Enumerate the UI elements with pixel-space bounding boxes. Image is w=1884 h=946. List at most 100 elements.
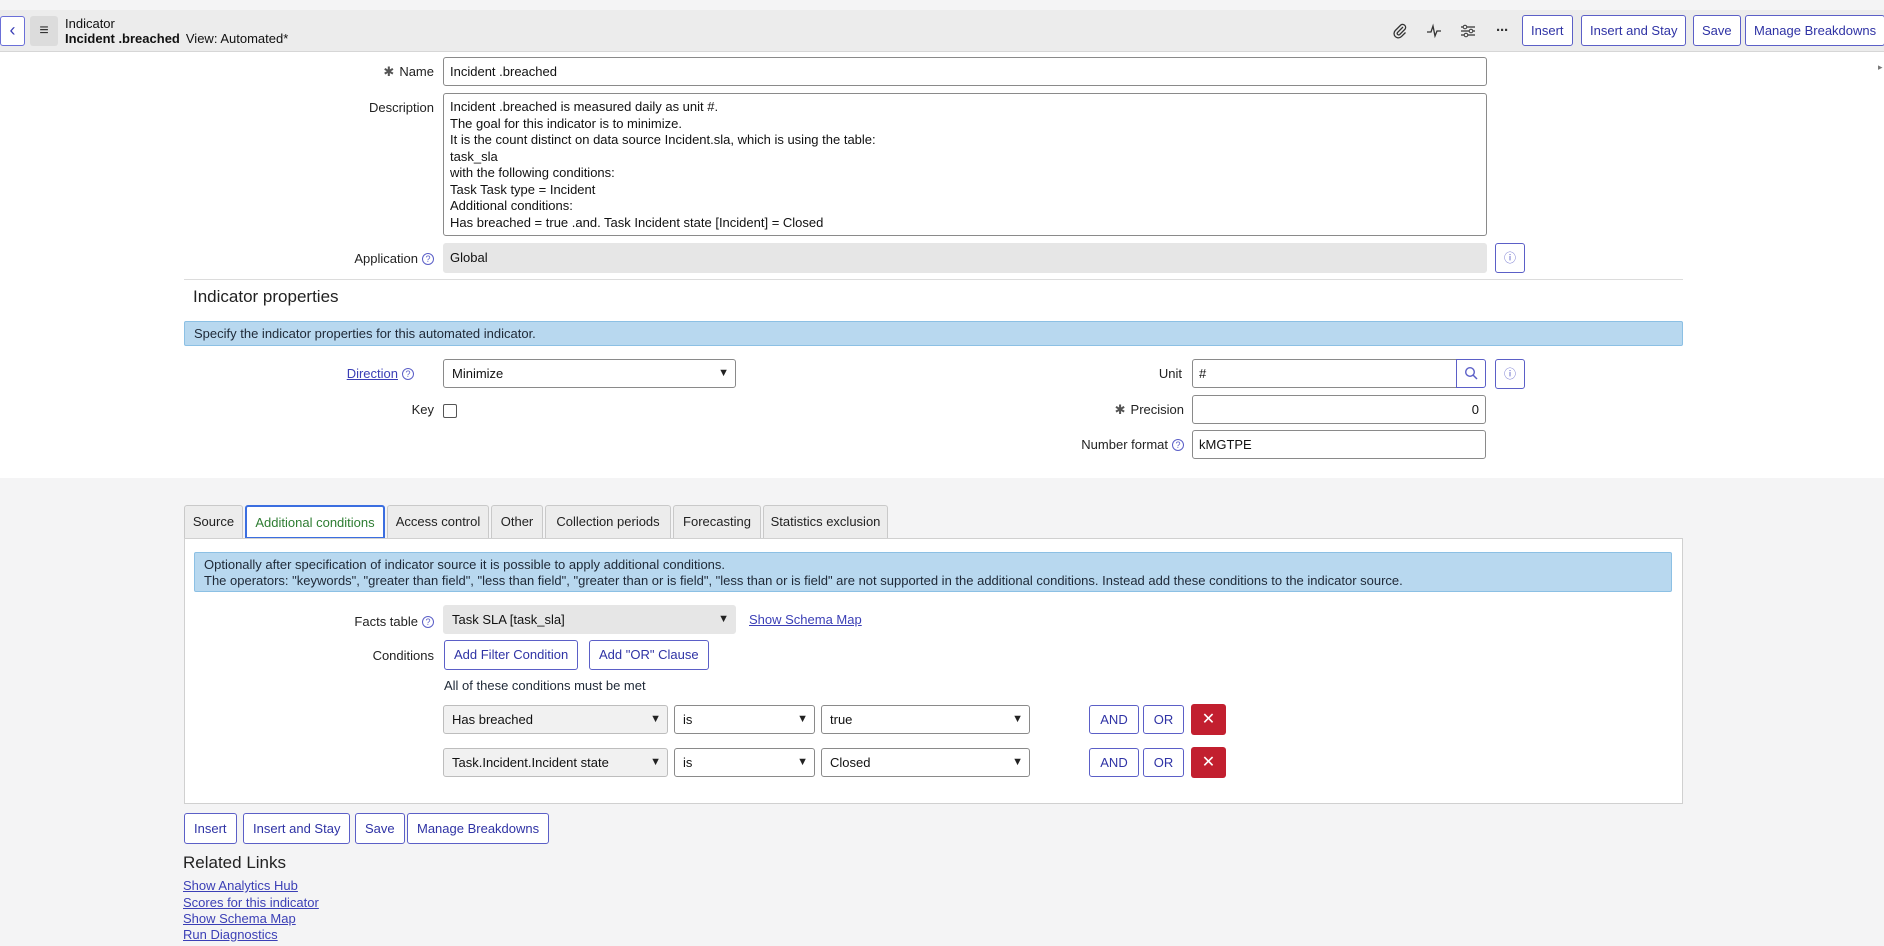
conditions-must-be-met-text: All of these conditions must be met	[444, 678, 646, 693]
insert-and-stay-button[interactable]: Insert and Stay	[1581, 15, 1687, 46]
form-header: ‹ ≡ Indicator Incident .breached View: Au…	[0, 10, 1884, 52]
tab-collection-periods[interactable]: Collection periods	[545, 505, 671, 539]
caret-down-icon: ▼	[650, 756, 661, 768]
show-analytics-hub-link[interactable]: Show Analytics Hub	[183, 878, 298, 893]
scroll-indicator[interactable]: ▸	[1878, 62, 1884, 74]
form-title: Indicator	[65, 16, 115, 31]
unit-field[interactable]: #	[1192, 359, 1457, 388]
name-label: ✱ Name	[383, 64, 434, 79]
add-filter-condition-button[interactable]: Add Filter Condition	[444, 640, 579, 670]
description-line: The goal for this indicator is to minimi…	[450, 115, 682, 131]
banner-line: Optionally after specification of indica…	[204, 557, 726, 572]
direction-link[interactable]: Direction	[347, 366, 398, 381]
unit-label: Unit	[1158, 366, 1182, 381]
condition-operator-select[interactable]: is ▼	[674, 705, 815, 734]
delete-condition-button[interactable]: ✕	[1191, 747, 1226, 778]
info-icon[interactable]: ⓘ	[1495, 243, 1525, 273]
condition-value-select[interactable]: true ▼	[821, 705, 1030, 734]
add-or-clause-button[interactable]: Add "OR" Clause	[589, 640, 709, 670]
or-button[interactable]: OR	[1143, 748, 1184, 777]
hamburger-icon: ≡	[39, 22, 49, 39]
chevron-down-icon: ▼	[797, 756, 808, 768]
tab-statistics-exclusion[interactable]: Statistics exclusion	[763, 505, 888, 539]
application-field: Global	[443, 243, 1487, 273]
name-field[interactable]: Incident .breached	[443, 57, 1487, 86]
context-menu-button[interactable]: ≡	[30, 16, 58, 46]
close-icon: ✕	[1201, 754, 1216, 771]
description-line: Additional conditions:	[450, 198, 573, 213]
chevron-left-icon: ‹	[9, 20, 16, 40]
save-button[interactable]: Save	[1693, 15, 1741, 46]
show-schema-map-link[interactable]: Show Schema Map	[183, 911, 296, 926]
insert-button[interactable]: Insert	[184, 813, 237, 844]
banner-line: The operators: "keywords", "greater than…	[204, 573, 1403, 588]
manage-breakdowns-button[interactable]: Manage Breakdowns	[1745, 15, 1884, 46]
save-button[interactable]: Save	[355, 813, 405, 844]
caret-down-icon: ▼	[650, 713, 661, 725]
manage-breakdowns-button[interactable]: Manage Breakdowns	[407, 813, 550, 844]
info-banner: Specify the indicator properties for thi…	[184, 321, 1683, 346]
description-field[interactable]: Incident .breached is measured daily as …	[443, 93, 1487, 236]
run-diagnostics-link[interactable]: Run Diagnostics	[183, 927, 278, 942]
record-subtitle: Incident .breached View: Automated*	[65, 31, 288, 46]
chevron-down-icon: ▼	[1012, 713, 1023, 725]
record-name: Incident .breached	[65, 31, 180, 46]
help-icon[interactable]: ?	[402, 368, 414, 380]
chevron-down-icon: ▼	[1012, 756, 1023, 768]
condition-field-select[interactable]: Has breached ▼	[443, 705, 668, 734]
description-line: Task Task type = Incident	[450, 181, 596, 197]
conditions-info-banner: Optionally after specification of indica…	[194, 552, 1672, 592]
back-button[interactable]: ‹	[0, 16, 25, 46]
tab-forecasting[interactable]: Forecasting	[673, 505, 761, 539]
help-icon[interactable]: ?	[1172, 439, 1184, 451]
description-label: Description	[368, 100, 434, 115]
view-name: View: Automated*	[185, 31, 289, 46]
key-label: Key	[411, 402, 434, 417]
and-button[interactable]: AND	[1089, 748, 1139, 777]
paperclip-icon[interactable]	[1387, 18, 1413, 44]
description-line: It is the count distinct on data source …	[450, 132, 876, 147]
help-icon[interactable]: ?	[422, 616, 434, 628]
chevron-down-icon: ▼	[718, 367, 729, 379]
search-icon[interactable]	[1456, 359, 1486, 388]
condition-field-select[interactable]: Task.Incident.Incident state ▼	[443, 748, 668, 777]
tab-source[interactable]: Source	[184, 505, 243, 539]
tab-access-control[interactable]: Access control	[387, 505, 489, 539]
required-icon: ✱	[383, 64, 395, 79]
precision-label: ✱ Precision	[1114, 402, 1184, 417]
tab-other[interactable]: Other	[491, 505, 543, 539]
condition-value-select[interactable]: Closed ▼	[821, 748, 1030, 777]
number-format-field[interactable]: kMGTPE	[1192, 430, 1486, 459]
insert-and-stay-button[interactable]: Insert and Stay	[243, 813, 351, 844]
condition-operator-select[interactable]: is ▼	[674, 748, 815, 777]
tab-additional-conditions[interactable]: Additional conditions	[245, 505, 385, 539]
more-icon[interactable]: ···	[1489, 18, 1515, 44]
sliders-icon[interactable]	[1455, 18, 1481, 44]
description-line: Incident .breached is measured daily as …	[450, 99, 719, 114]
delete-condition-button[interactable]: ✕	[1191, 704, 1226, 735]
activity-icon[interactable]	[1421, 18, 1447, 44]
or-button[interactable]: OR	[1143, 705, 1184, 734]
key-checkbox[interactable]	[443, 404, 457, 418]
and-button[interactable]: AND	[1089, 705, 1139, 734]
help-icon[interactable]: ?	[422, 253, 434, 265]
section-divider	[184, 279, 1683, 280]
description-line: Has breached = true .and. Task Incident …	[450, 214, 824, 230]
caret-down-icon: ▼	[718, 613, 729, 625]
direction-select[interactable]: Minimize ▼	[443, 359, 736, 388]
application-label: Application?	[300, 251, 434, 266]
insert-button[interactable]: Insert	[1522, 15, 1573, 46]
description-line: task_sla	[450, 148, 498, 164]
close-icon: ✕	[1201, 711, 1216, 728]
direction-label: Direction?	[300, 366, 414, 381]
precision-field[interactable]: 0	[1192, 395, 1486, 424]
scores-for-indicator-link[interactable]: Scores for this indicator	[183, 895, 319, 910]
section-title: Indicator properties	[193, 287, 339, 306]
required-icon: ✱	[1114, 402, 1126, 417]
number-format-label: Number format?	[1020, 437, 1184, 452]
info-icon[interactable]: ⓘ	[1495, 359, 1525, 389]
facts-table-select[interactable]: Task SLA [task_sla] ▼	[443, 605, 736, 634]
conditions-label: Conditions	[372, 648, 434, 663]
show-schema-map-link[interactable]: Show Schema Map	[749, 612, 862, 627]
related-links-title: Related Links	[183, 853, 287, 872]
